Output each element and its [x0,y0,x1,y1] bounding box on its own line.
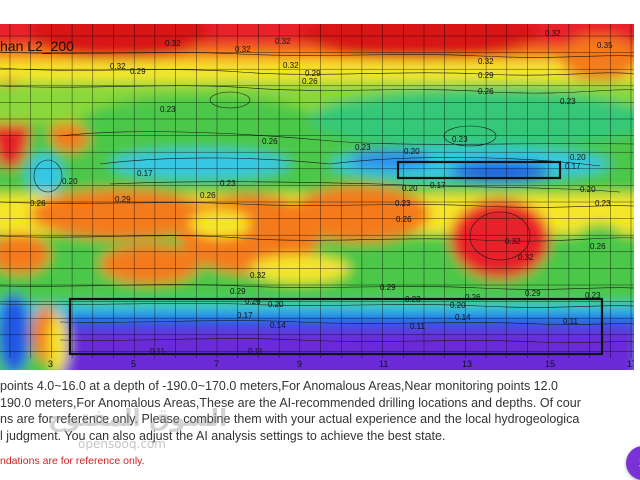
contour-label: 0.26 [478,87,494,96]
contour-label: 0.20 [404,147,420,156]
contour-label: 0.35 [597,41,613,50]
watermark-url: opensooq.com [78,437,166,451]
contour-label: 0.29 [230,287,246,296]
contour-label: 0.14 [455,313,471,322]
contour-label: 0.23 [585,291,601,300]
contour-label: 0.29 [115,195,131,204]
plot-right-margin [634,24,640,370]
contour-label: 0.17 [565,162,581,171]
floating-action-button[interactable]: 3 [626,446,640,480]
contour-label: 0.32 [235,45,251,54]
x-tick-label: 3 [48,359,53,369]
contour-label: 0.23 [395,199,411,208]
top-bar [0,0,640,24]
contour-label: 0.17 [237,311,253,320]
contour-label: 0.23 [220,179,236,188]
contour-label: 0.26 [200,191,216,200]
reference-note: ndations are for reference only. [0,455,145,467]
x-tick-label: 17 [627,359,634,369]
contour-label: 0.26 [30,199,46,208]
contour-label: 0.23 [355,143,371,152]
contour-label: 0.29 [525,289,541,298]
contour-label: 0.26 [262,137,278,146]
x-tick-label: 11 [379,359,388,369]
x-tick-label: 15 [545,359,555,369]
contour-label: 0.17 [430,181,446,190]
contour-label: 0.23 [160,105,176,114]
contour-label: 0.26 [302,77,318,86]
contour-label: 0.23 [405,295,421,304]
contour-label: 0.32 [478,57,494,66]
contour-label: 0.14 [270,321,286,330]
contour-label: 0.20 [450,301,466,310]
contour-label: 0.32 [165,39,181,48]
x-tick-label: 9 [297,359,302,369]
contour-label: 0.11 [563,317,579,326]
contour-label: 0.20 [570,153,586,162]
contour-label: 0.32 [518,253,534,262]
contour-label: 0.20 [580,185,596,194]
contour-label: 0.20 [402,184,418,193]
contour-label: 0.23 [595,199,611,208]
contour-label: 0.20 [62,177,78,186]
contour-label: 0.23 [560,97,576,106]
watermark-logo: السوق المفتوح [48,404,228,432]
contour-label: 0.11 [248,347,264,356]
contour-label: 0.20 [268,300,284,309]
contour-label: 0.26 [245,297,261,306]
contour-label: 0.32 [250,271,266,280]
contour-label: 0.32 [283,61,299,70]
contour-label: 0.32 [275,37,291,46]
contour-label: 0.32 [545,29,561,38]
contour-label: 0.29 [130,67,146,76]
contour-label: 0.26 [396,215,412,224]
contour-label: 0.29 [478,71,494,80]
contour-label: 0.32 [505,237,521,246]
contour-plot: 0.32 0.32 0.32 0.32 0.32 0.35 0.29 0.29 … [0,24,634,370]
contour-label: 0.11 [410,322,426,331]
contour-label: 0.26 [465,293,481,302]
contour-label: 0.11 [150,347,166,356]
contour-label: 0.32 [110,62,126,71]
contour-label: 0.26 [590,242,606,251]
description-line: points 4.0~16.0 at a depth of -190.0~170… [0,379,558,393]
contour-label: 0.23 [452,135,468,144]
x-tick-label: 13 [462,359,472,369]
section-title: han L2_200 [0,38,74,54]
x-tick-label: 7 [214,359,219,369]
x-tick-label: 5 [131,359,136,369]
contour-label: 0.29 [380,283,396,292]
contour-label: 0.17 [137,169,153,178]
